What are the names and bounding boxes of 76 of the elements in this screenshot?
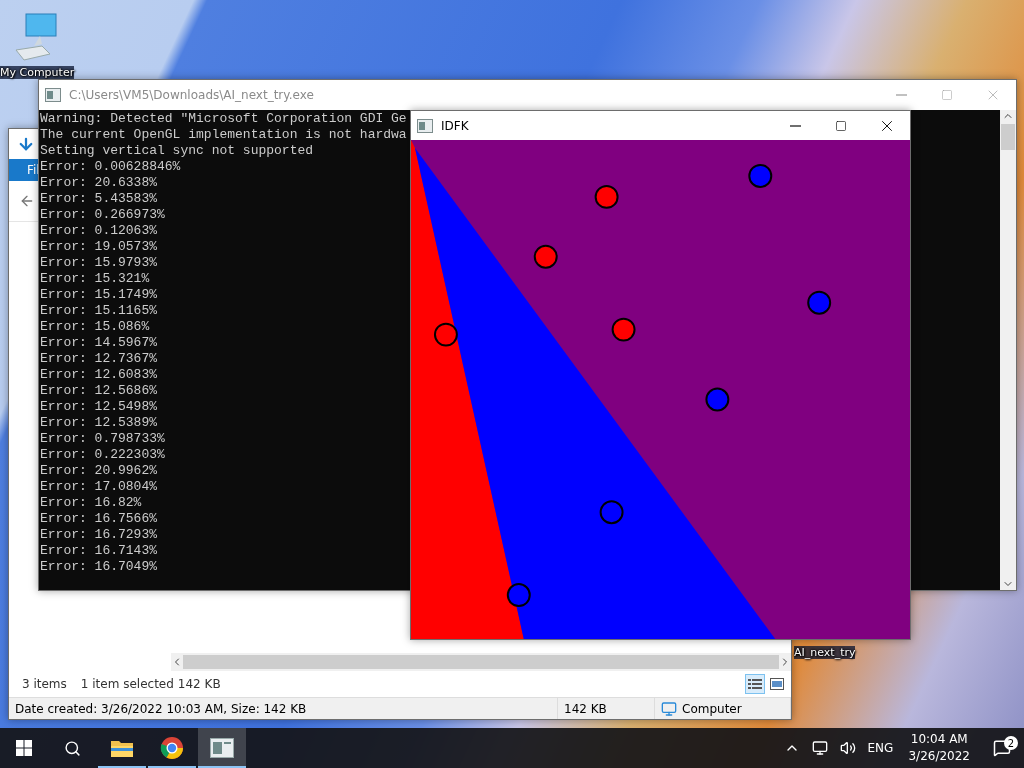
console-line: Error: 15.1165% xyxy=(40,303,158,319)
console-line: Error: 0.798733% xyxy=(40,431,165,447)
volume-icon[interactable] xyxy=(840,740,857,756)
console-line: Error: 0.12063% xyxy=(40,223,158,239)
data-point xyxy=(594,184,619,209)
clock[interactable]: 10:04 AM 3/26/2022 xyxy=(898,731,980,765)
window-title: IDFK xyxy=(441,118,469,133)
search-icon xyxy=(63,739,81,757)
console-line: Error: 19.0573% xyxy=(40,239,158,255)
notification-count: 2 xyxy=(1004,736,1018,750)
console-line: Error: 0.266973% xyxy=(40,207,165,223)
back-arrow-icon[interactable] xyxy=(19,193,35,209)
console-line: Error: 15.1749% xyxy=(40,287,158,303)
details-view-button[interactable] xyxy=(745,674,765,694)
console-line: Error: 12.7367% xyxy=(40,351,158,367)
console-line: Error: 16.7293% xyxy=(40,527,158,543)
vertical-scrollbar[interactable] xyxy=(1000,110,1016,590)
maximize-icon xyxy=(941,89,953,101)
data-point xyxy=(748,163,773,188)
window-title: C:\Users\VM5\Downloads\AI_next_try.exe xyxy=(69,88,314,102)
language-indicator[interactable]: ENG xyxy=(862,741,899,755)
minimize-icon xyxy=(895,94,907,96)
folder-icon xyxy=(110,738,134,758)
window-icon xyxy=(417,118,433,133)
console-line: Setting vertical sync not supported xyxy=(40,143,314,159)
notifications-icon xyxy=(993,739,1011,757)
data-point xyxy=(611,317,636,342)
item-count: 3 items xyxy=(22,677,67,691)
console-line: Warning: Detected "Microsoft Corporation GDI Ge xyxy=(40,111,407,127)
selection-count: 1 item selected xyxy=(80,677,174,691)
file-size: 142 KB xyxy=(564,701,607,716)
console-line: Error: 14.5967% xyxy=(40,335,158,351)
taskbar-app-button[interactable] xyxy=(198,728,246,768)
notifications-button[interactable]: 2 xyxy=(980,739,1024,757)
list-icon xyxy=(748,678,762,690)
windows-logo-icon xyxy=(16,740,32,756)
console-line: Error: 15.321% xyxy=(40,271,150,287)
network-icon[interactable] xyxy=(812,740,829,756)
console-line: Error: 12.5498% xyxy=(40,399,158,415)
console-line: Error: 20.6338% xyxy=(40,175,158,191)
console-line: Error: 20.9962% xyxy=(40,463,158,479)
console-line: The current OpenGL implementation is not hardwa xyxy=(40,127,407,143)
window-icon xyxy=(45,88,61,102)
location-label: Computer xyxy=(682,701,742,716)
console-line: Error: 16.7566% xyxy=(40,511,158,527)
data-point xyxy=(533,244,558,269)
browser-icon xyxy=(160,736,184,760)
computer-icon xyxy=(661,700,677,717)
data-point xyxy=(807,290,832,315)
picture-icon xyxy=(770,678,784,690)
window-icon xyxy=(210,738,234,758)
console-line: Error: 12.6083% xyxy=(40,367,158,383)
desktop-icon-label[interactable]: AI_next_try xyxy=(794,646,856,659)
data-point xyxy=(705,387,730,412)
ribbon-tab[interactable]: Fil xyxy=(27,163,40,177)
download-arrow-icon[interactable] xyxy=(17,135,35,153)
console-line: Error: 0.00628846% xyxy=(40,159,181,175)
minimize-icon xyxy=(789,124,801,127)
maximize-icon xyxy=(835,119,847,132)
horizontal-scrollbar[interactable] xyxy=(171,653,791,671)
data-point xyxy=(599,500,624,525)
console-line: Error: 5.43583% xyxy=(40,191,158,207)
data-point xyxy=(433,322,458,347)
file-details: Date created: 3/26/2022 10:03 AM, Size: 142 KB xyxy=(15,701,307,716)
console-line: Error: 15.086% xyxy=(40,319,150,335)
console-line: Error: 12.5686% xyxy=(40,383,158,399)
console-line: Error: 17.0804% xyxy=(40,479,158,495)
console-line: Error: 15.9793% xyxy=(40,255,158,271)
console-line: Error: 16.7049% xyxy=(40,559,158,575)
selection-size: 142 KB xyxy=(177,677,221,691)
console-line: Error: 0.222303% xyxy=(40,447,165,463)
console-line: Error: 16.82% xyxy=(40,495,142,511)
console-line: Error: 16.7143% xyxy=(40,543,158,559)
scrollbar-thumb[interactable] xyxy=(1001,124,1015,150)
console-line: Error: 12.5389% xyxy=(40,415,158,431)
data-point xyxy=(506,583,531,608)
